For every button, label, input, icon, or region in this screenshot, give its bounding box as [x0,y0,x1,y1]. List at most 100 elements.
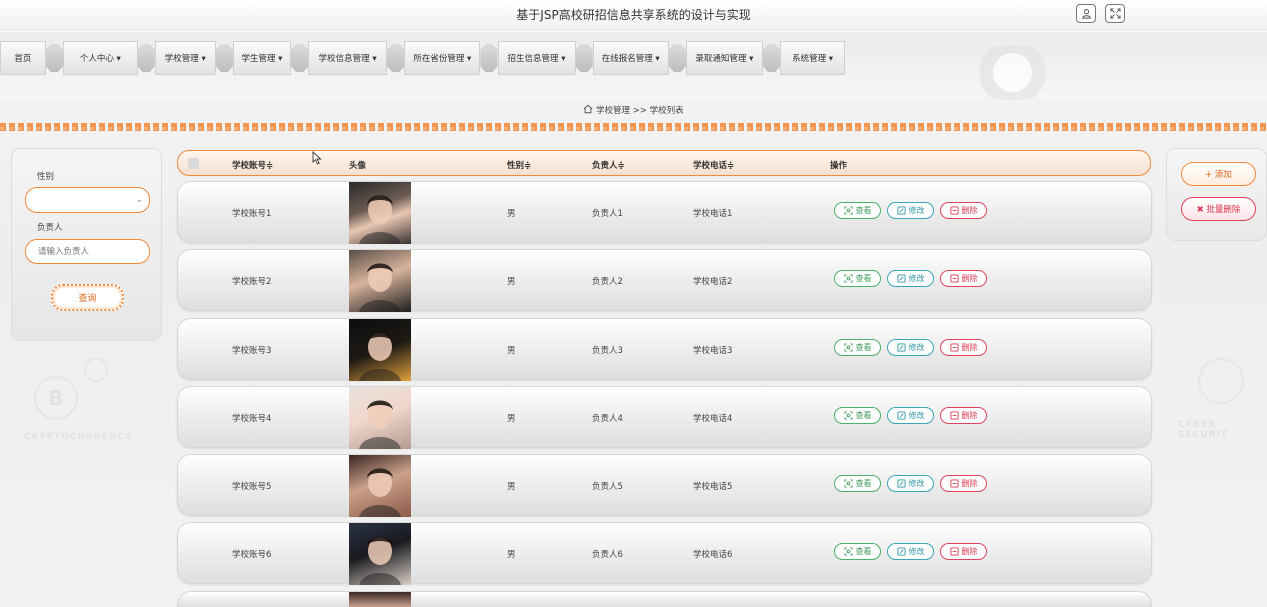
chevron-down-icon: ⌄ [135,195,143,205]
nav-system-management[interactable]: 系统管理 ▾ [780,41,846,75]
column-header-manager[interactable]: 负责人≑ [592,159,625,171]
nav-separator [762,44,781,72]
nav-separator [575,44,593,72]
cell-manager: 负责人1 [592,209,623,219]
delete-label: 删除 [961,274,978,283]
view-button[interactable]: 查看 [834,475,881,492]
nav-province-management[interactable]: 所在省份管理 ▾ [404,41,481,75]
manager-input[interactable] [25,239,150,264]
edit-button[interactable]: 修改 [887,543,934,560]
edit-button[interactable]: 修改 [887,339,934,356]
nav-school-info-management[interactable]: 学校信息管理 ▾ [308,41,388,75]
column-header-operations: 操作 [830,161,848,171]
view-button[interactable]: 查看 [834,270,881,287]
view-button[interactable]: 查看 [834,202,881,219]
cyber-security-text: CYBER SECURIT [1178,420,1228,440]
nav-separator [137,44,155,72]
nav-admission-info-management[interactable]: 招生信息管理 ▾ [497,41,576,75]
delete-button[interactable]: 删除 [940,270,987,287]
avatar-image[interactable] [349,319,411,381]
nav-student-management[interactable]: 学生管理 ▾ [232,41,291,75]
bitcoin-icon: B [48,386,65,410]
edit-icon [896,274,906,283]
delete-icon [949,479,959,488]
nav-separator [668,44,686,72]
delete-button[interactable]: 删除 [940,543,987,560]
cell-account: 学校账号3 [232,346,272,356]
edit-label: 修改 [908,479,925,488]
cell-manager: 负责人4 [592,414,623,424]
edit-button[interactable]: 修改 [887,407,934,424]
avatar-person-icon [359,400,401,449]
table-row-partial [177,591,1152,607]
edit-label: 修改 [908,274,925,283]
delete-label: 删除 [961,343,978,352]
edit-icon [896,547,906,556]
edit-button[interactable]: 修改 [887,475,934,492]
view-icon [843,547,853,556]
cell-gender: 男 [507,346,516,356]
fullscreen-button[interactable] [1105,4,1125,23]
fullscreen-icon [1109,8,1121,19]
batch-delete-button[interactable]: ✖ 批量删除 [1181,197,1256,221]
table-row[interactable]: 学校账号5 男 负责人5 学校电话5 查看 修改 删除 [177,454,1152,517]
view-label: 查看 [855,411,872,420]
table-row[interactable]: 学校账号6 男 负责人6 学校电话6 查看 修改 删除 [177,522,1152,585]
nav-online-registration-management[interactable]: 在线报名管理 ▾ [592,41,669,75]
table-row[interactable]: 学校账号1 男 负责人1 学校电话1 查看 修改 删除 [177,181,1152,244]
column-header-account[interactable]: 学校账号≑ [232,159,273,171]
cell-phone: 学校电话6 [693,550,733,560]
avatar-image[interactable] [349,387,411,449]
cell-account: 学校账号1 [232,209,272,219]
gender-select[interactable]: ⌄ [25,187,150,213]
delete-button[interactable]: 删除 [940,475,987,492]
avatar-image[interactable] [349,455,411,517]
table-row[interactable]: 学校账号3 男 负责人3 学校电话3 查看 修改 删除 [177,318,1152,381]
cell-manager: 负责人2 [592,277,623,287]
delete-icon [949,411,959,420]
query-button[interactable]: 查询 [51,284,124,311]
cell-phone: 学校电话3 [693,346,733,356]
delete-button[interactable]: 删除 [940,339,987,356]
delete-button[interactable]: 删除 [940,202,987,219]
nav-personal-center[interactable]: 个人中心 ▾ [63,41,138,75]
avatar-person-icon [359,332,401,381]
table-row[interactable]: 学校账号2 男 负责人2 学校电话2 查看 修改 删除 [177,249,1152,312]
nav-home[interactable]: 首页 [0,41,46,75]
nav-admission-notice-management[interactable]: 录取通知管理 ▾ [685,41,763,75]
view-icon [843,206,853,215]
nav-separator [45,44,64,72]
cryptocurrency-text: CRYPTOCURRENCY [24,432,133,442]
select-all-checkbox[interactable] [188,158,199,169]
delete-icon [949,547,959,556]
view-icon [843,274,853,283]
table-row[interactable]: 学校账号4 男 负责人4 学校电话4 查看 修改 删除 [177,386,1152,449]
main-nav: 首页 个人中心 ▾ 学校管理 ▾ 学生管理 ▾ 学校信息管理 ▾ 所在省份管理 … [0,40,846,76]
edit-label: 修改 [908,206,925,215]
delete-button[interactable]: 删除 [940,407,987,424]
column-header-phone[interactable]: 学校电话≑ [693,159,734,171]
nav-separator [480,44,498,72]
avatar-image[interactable] [349,182,411,244]
view-label: 查看 [855,206,872,215]
edit-button[interactable]: 修改 [887,202,934,219]
search-panel: 性别 ⌄ 负责人 查询 [11,148,162,341]
breadcrumb: 学校管理 >> 学校列表 [0,104,1267,116]
view-button[interactable]: 查看 [834,543,881,560]
cell-gender: 男 [507,482,516,492]
nav-separator [290,44,309,72]
cell-gender: 男 [507,209,516,219]
view-icon [843,411,853,420]
view-button[interactable]: 查看 [834,407,881,424]
nav-school-management[interactable]: 学校管理 ▾ [154,41,216,75]
column-header-gender[interactable]: 性别≑ [507,159,531,171]
action-panel: + 添加 ✖ 批量删除 [1166,148,1267,241]
avatar-image[interactable] [349,250,411,312]
edit-button[interactable]: 修改 [887,270,934,287]
avatar-image[interactable] [349,523,411,585]
cell-phone: 学校电话2 [693,277,733,287]
add-button[interactable]: + 添加 [1181,162,1256,186]
home-icon[interactable] [583,104,593,114]
user-button[interactable] [1076,4,1096,23]
view-button[interactable]: 查看 [834,339,881,356]
